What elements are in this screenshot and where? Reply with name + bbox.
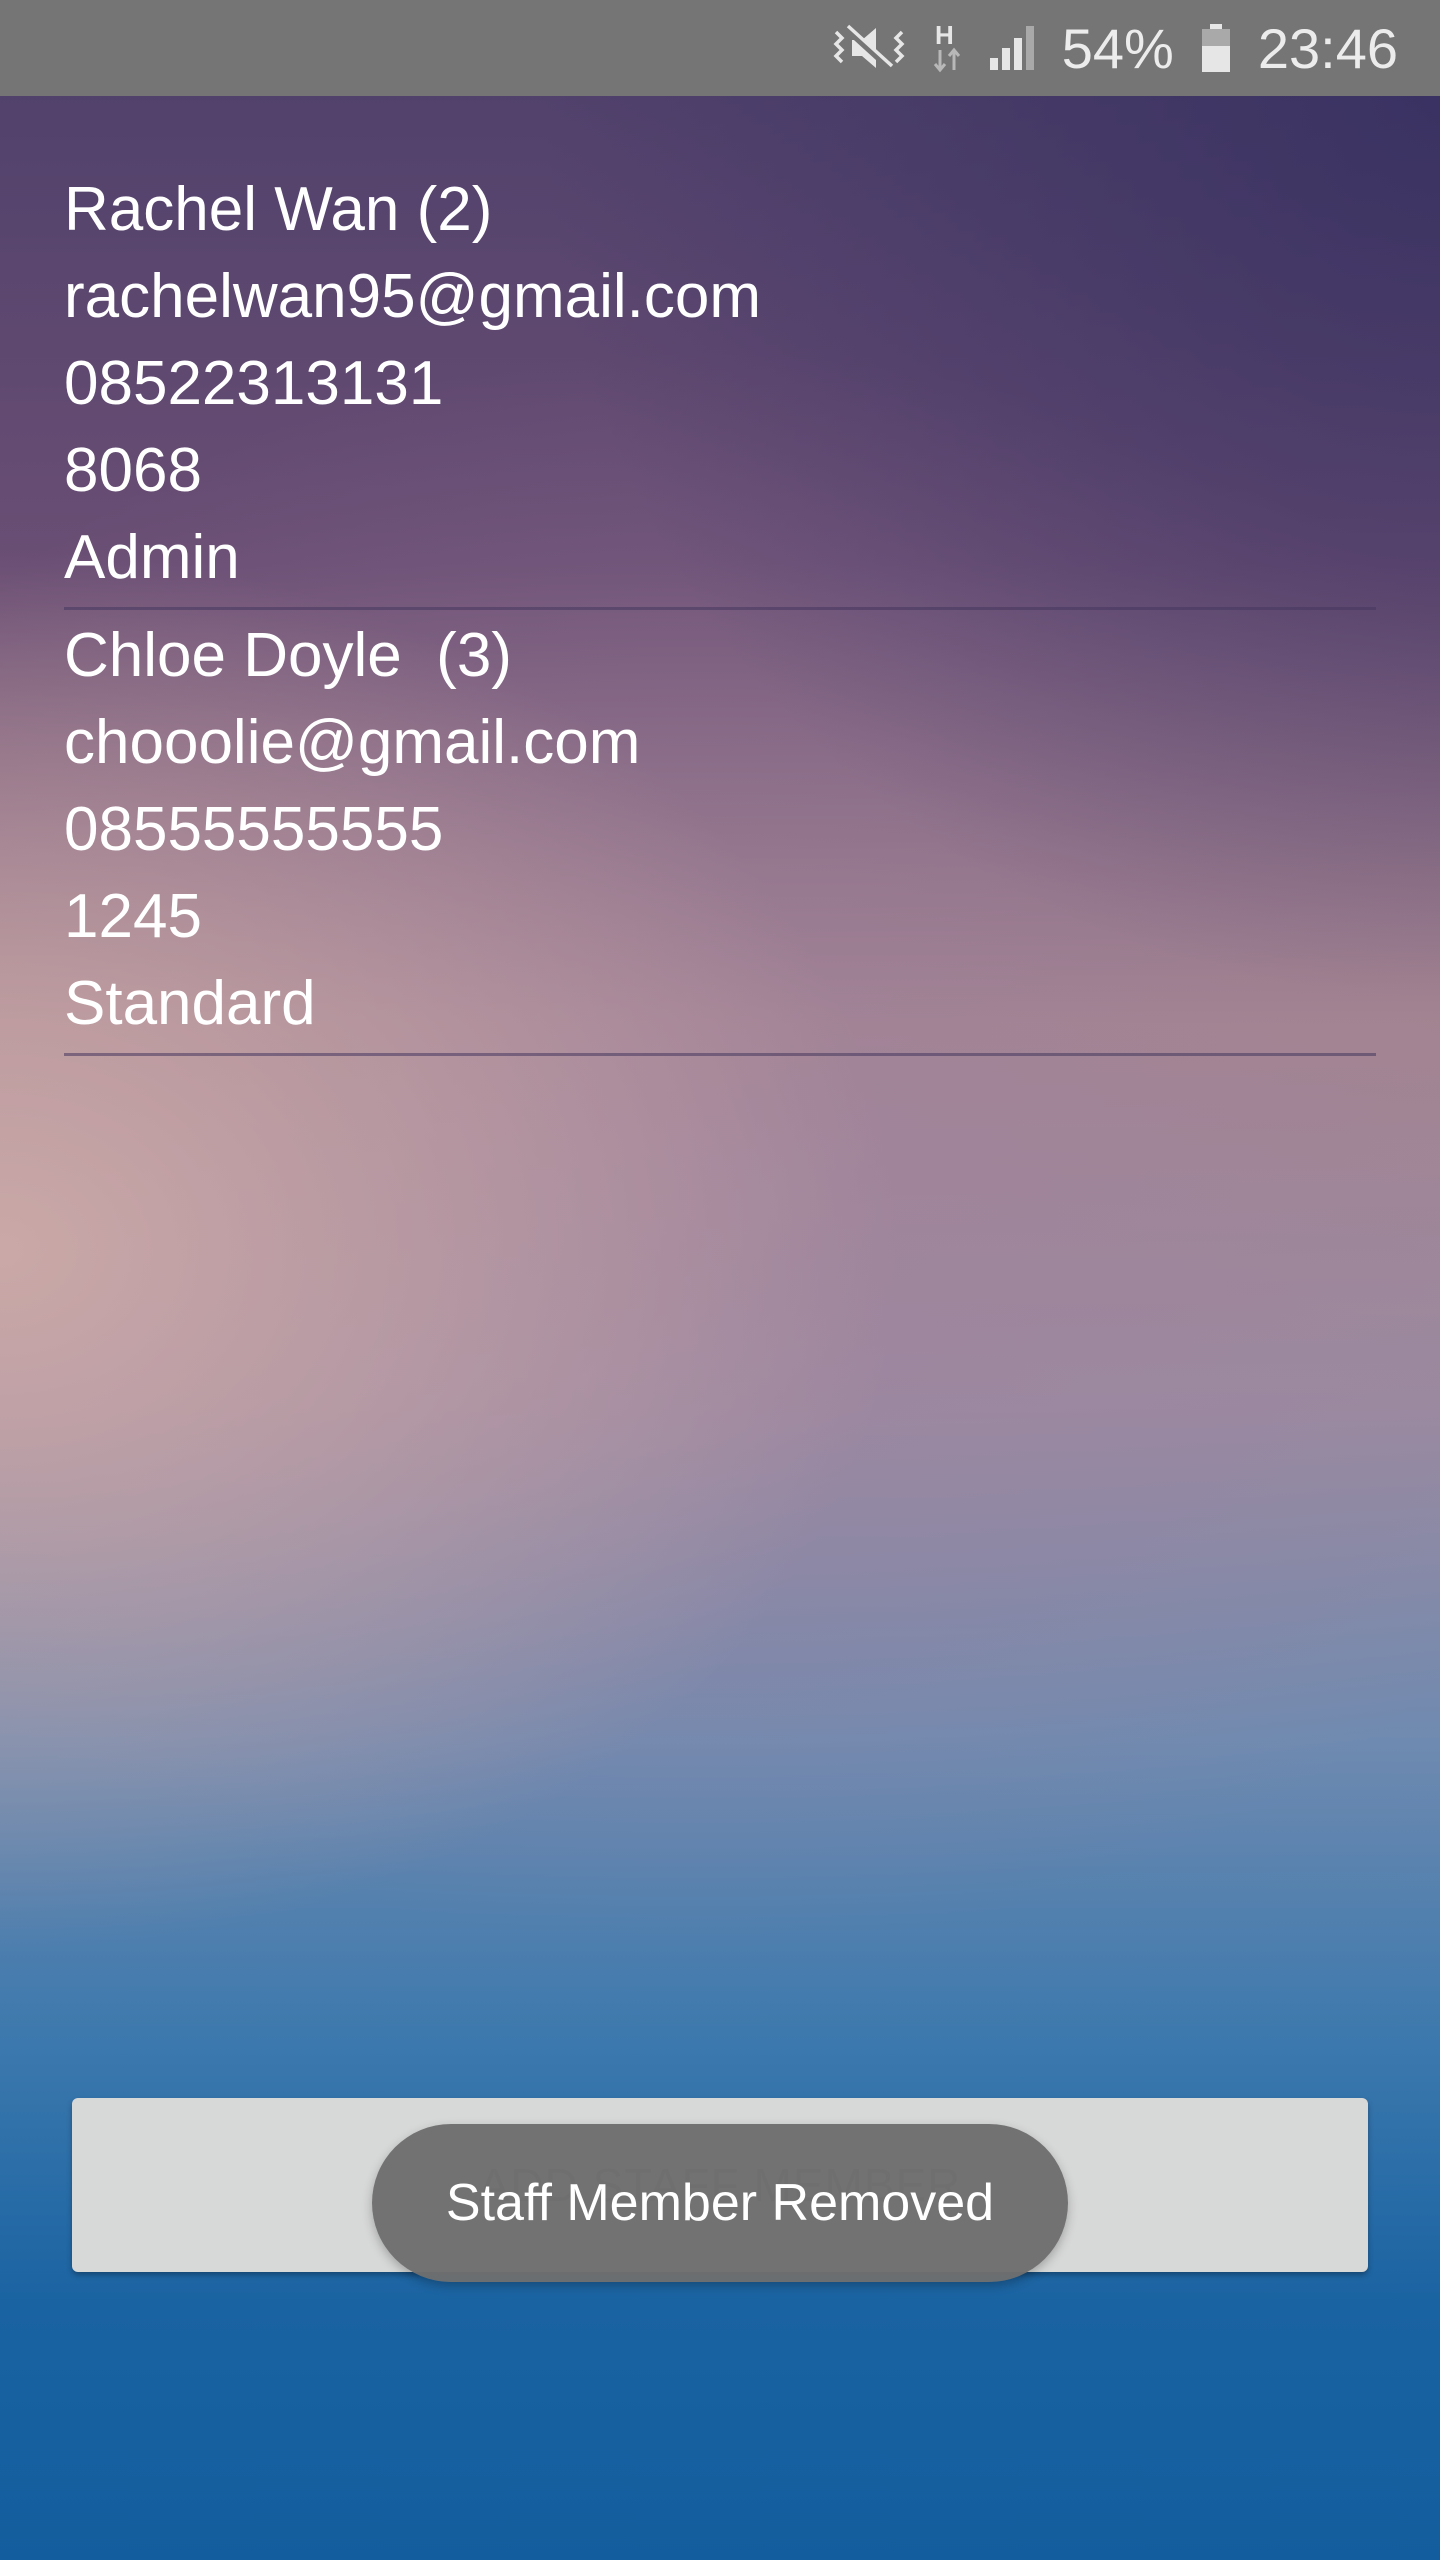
clock: 23:46 bbox=[1257, 16, 1398, 80]
staff-role: Admin bbox=[64, 523, 240, 592]
staff-pin: 8068 bbox=[64, 436, 202, 505]
battery-icon bbox=[1200, 22, 1232, 74]
staff-email: rachelwan95@gmail.com bbox=[64, 262, 762, 331]
staff-phone: 08555555555 bbox=[64, 795, 444, 864]
status-bar: H 54% 23:46 bbox=[0, 0, 1440, 96]
toast-message: Staff Member Removed bbox=[372, 2124, 1068, 2282]
staff-list-item[interactable]: Chloe Doyle (3) chooolie@gmail.com 08555… bbox=[64, 612, 1376, 1056]
staff-name: Chloe Doyle (3) bbox=[64, 621, 512, 690]
staff-list-item[interactable]: Rachel Wan (2) rachelwan95@gmail.com 085… bbox=[64, 166, 1376, 610]
status-icons: H 54% 23:46 bbox=[832, 0, 1398, 96]
battery-percent: 54% bbox=[1061, 16, 1174, 80]
staff-phone: 08522313131 bbox=[64, 349, 444, 418]
network-type-label: H bbox=[935, 20, 954, 50]
staff-list: Rachel Wan (2) rachelwan95@gmail.com 085… bbox=[64, 166, 1376, 1056]
mute-vibrate-icon bbox=[832, 22, 906, 74]
staff-name: Rachel Wan (2) bbox=[64, 175, 493, 244]
staff-email: chooolie@gmail.com bbox=[64, 708, 641, 777]
staff-pin: 1245 bbox=[64, 882, 202, 951]
data-transfer-icon: H bbox=[932, 20, 962, 76]
signal-icon bbox=[988, 24, 1036, 72]
screen: H 54% 23:46 Rachel Wan (2) rachelwan95@g… bbox=[0, 0, 1440, 2560]
staff-role: Standard bbox=[64, 969, 316, 1038]
